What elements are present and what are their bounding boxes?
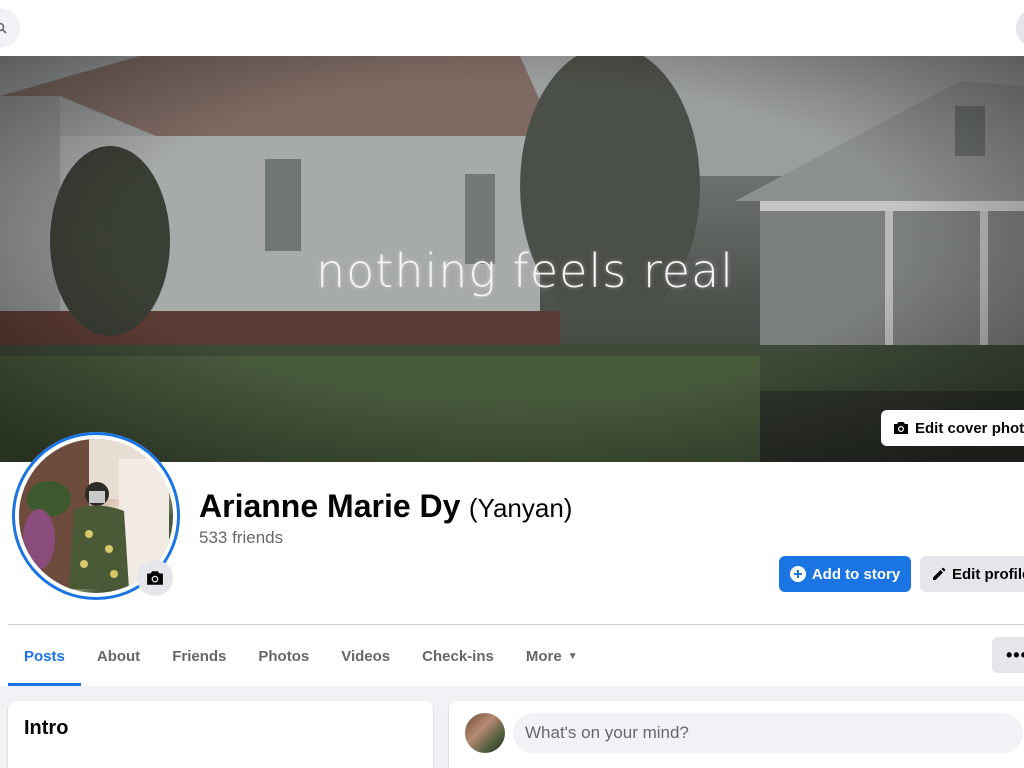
account-menu-button[interactable] <box>1016 8 1024 48</box>
more-dots-icon: ••• <box>1006 644 1024 665</box>
update-profile-picture-button[interactable] <box>137 560 173 596</box>
avatar[interactable] <box>465 713 505 753</box>
edit-profile-button[interactable]: Edit profile <box>920 556 1024 592</box>
edit-profile-label: Edit profile <box>952 565 1024 583</box>
edit-cover-label: Edit cover photo <box>915 419 1024 437</box>
tab-more[interactable]: More ▼ <box>510 626 594 686</box>
tab-videos[interactable]: Videos <box>325 626 406 686</box>
friends-count-link[interactable]: 533 friends <box>199 528 283 548</box>
tab-check-ins[interactable]: Check-ins <box>406 626 510 686</box>
whats-on-your-mind-input[interactable]: What's on your mind? <box>513 713 1023 753</box>
profile-tabs: Posts About Friends Photos Videos Check-… <box>8 626 594 686</box>
tab-posts[interactable]: Posts <box>8 626 81 686</box>
profile-name-block: Arianne Marie Dy (Yanyan) <box>199 488 572 525</box>
add-to-story-label: Add to story <box>811 565 901 583</box>
camera-icon <box>147 571 163 585</box>
camera-icon <box>894 422 908 434</box>
intro-title: Intro <box>24 717 69 739</box>
profile-more-options-button[interactable]: ••• <box>992 637 1024 673</box>
pencil-icon <box>933 567 946 580</box>
tab-more-label: More <box>525 647 562 665</box>
cover-caption: nothing feels real <box>316 244 734 298</box>
header-divider <box>8 624 1024 625</box>
tab-friends[interactable]: Friends <box>156 626 242 686</box>
plus-circle-icon <box>789 566 806 582</box>
tab-about[interactable]: About <box>81 626 156 686</box>
tab-photos[interactable]: Photos <box>242 626 325 686</box>
profile-alternate-name: (Yanyan) <box>468 493 573 523</box>
profile-name: Arianne Marie Dy <box>199 488 461 524</box>
cover-photo[interactable]: nothing feels real <box>0 56 1024 462</box>
search-button[interactable] <box>0 8 20 48</box>
search-icon <box>0 22 7 34</box>
top-navigation-bar <box>0 0 1024 56</box>
intro-card: Intro <box>8 701 433 768</box>
caret-down-icon: ▼ <box>567 650 578 662</box>
post-composer: What's on your mind? <box>449 701 1024 768</box>
add-to-story-button[interactable]: Add to story <box>779 556 911 592</box>
edit-cover-photo-button[interactable]: Edit cover photo <box>881 410 1024 446</box>
